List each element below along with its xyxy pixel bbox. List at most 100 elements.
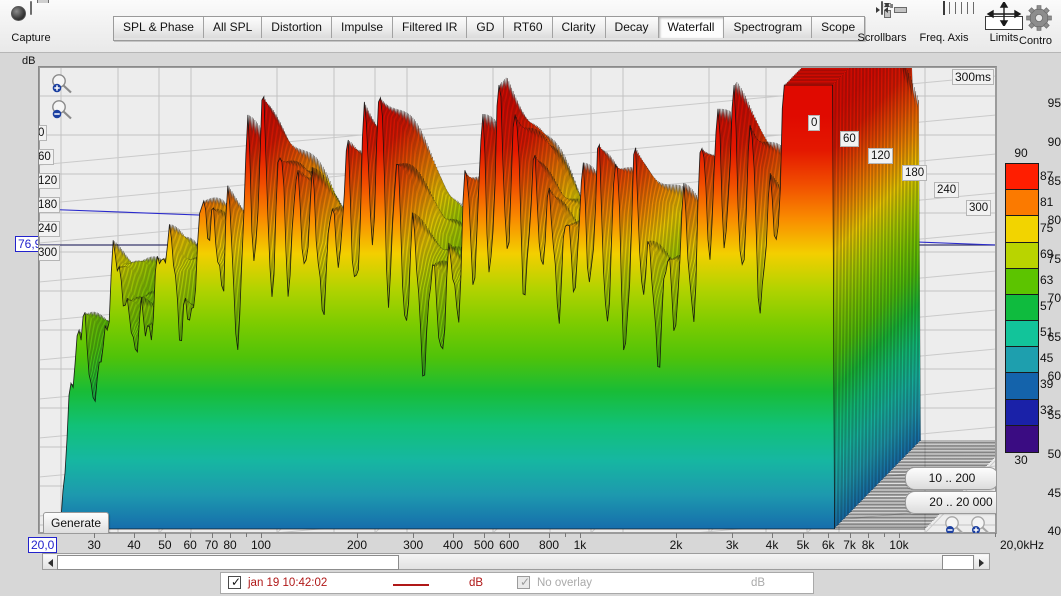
x-axis: 30 40 50 60 70 80 100 200 300 400 500 600 800 1k 2k 3k 4… (38, 533, 996, 555)
zoom-in-magnifier-icon[interactable] (49, 73, 75, 97)
x-tick-label-800: 800 (539, 538, 560, 552)
x-tick-label-3k: 3k (725, 538, 739, 552)
horizontal-scrollbar[interactable] (42, 553, 990, 570)
time-label-right-120: 120 (868, 148, 894, 164)
time-axis-max-label: 300ms (952, 69, 995, 85)
scrollbars-icon (851, 1, 913, 32)
colorbar-segment (1006, 216, 1038, 243)
colorbar-tick-57: 57 (1040, 299, 1054, 313)
plot-zoom-out-icon[interactable] (942, 515, 968, 533)
measurement-status-bar: ✓ jan 19 10:42:02 dB ✓ No overlay dB (220, 572, 814, 594)
measurement-unit: dB (469, 577, 484, 589)
scrollbars-button[interactable]: Scrollbars (851, 1, 913, 44)
colorbar-segment (1006, 347, 1038, 374)
freq-axis-icon (913, 1, 975, 32)
scroll-left-button[interactable] (44, 555, 57, 568)
view-tab-strip[interactable]: SPL & Phase All SPL Distortion Impulse F… (113, 16, 866, 41)
x-axis-end-label: 20,0kHz (1000, 538, 1045, 552)
colorbar-tick-51: 51 (1040, 325, 1054, 339)
time-label-left-0: 0 (39, 125, 48, 141)
colorbar-segment (1006, 268, 1038, 295)
controls-button-label: Contro (1019, 35, 1053, 47)
gear-icon (1019, 5, 1061, 35)
colorbar (1005, 163, 1039, 453)
overlay-checkbox[interactable]: ✓ (517, 576, 530, 589)
x-tick-mark (995, 533, 996, 537)
x-tick-mark (246, 533, 248, 537)
colorbar-segment (1006, 190, 1038, 217)
time-label-left-180: 180 (39, 197, 61, 213)
time-label-right-300: 300 (966, 200, 992, 216)
colorbar-tick-39: 39 (1040, 377, 1054, 391)
colorbar-segment (1006, 321, 1038, 348)
colorbar-tick-63: 63 (1040, 273, 1054, 287)
tab-all-spl[interactable]: All SPL (203, 17, 263, 38)
waterfall-plot[interactable]: 0 60 120 180 240 300 0 60 120 180 240 30… (38, 66, 997, 534)
time-label-right-180: 180 (902, 165, 928, 181)
tab-filtered-ir[interactable]: Filtered IR (393, 17, 468, 38)
colorbar-segment (1006, 373, 1038, 400)
tab-clarity[interactable]: Clarity (552, 17, 606, 38)
colorbar-bottom-label: 30 (1014, 453, 1028, 467)
y-axis-unit-label: dB (22, 55, 36, 67)
colorbar-tick-45: 45 (1040, 351, 1054, 365)
capture-button-label: Capture (11, 32, 51, 44)
scroll-right-slot[interactable] (942, 555, 974, 570)
plot-zoom-in-icon[interactable] (968, 515, 994, 533)
x-tick-label-5k: 5k (796, 538, 810, 552)
colorbar-tick-81: 81 (1040, 195, 1054, 209)
range-button-20-20000[interactable]: 20 .. 20 000 (905, 491, 996, 514)
x-tick-label-500: 500 (473, 538, 494, 552)
x-tick-label-300: 300 (403, 538, 424, 552)
colorbar-segment (1006, 164, 1038, 191)
x-tick-label-4k: 4k (765, 538, 779, 552)
tab-spectrogram[interactable]: Spectrogram (724, 17, 813, 38)
tab-waterfall[interactable]: Waterfall (658, 17, 725, 38)
tab-decay[interactable]: Decay (605, 17, 659, 38)
measurement-trace-swatch (393, 584, 429, 586)
camera-icon (0, 1, 62, 32)
colorbar-top-label: 90 (1014, 146, 1028, 160)
colorbar-tick-69: 69 (1040, 247, 1054, 261)
colorbar-segment (1006, 242, 1038, 269)
x-tick-label-7k: 7k (843, 538, 856, 552)
generate-button[interactable]: Generate (43, 512, 110, 533)
tab-rt60[interactable]: RT60 (504, 17, 553, 38)
freq-axis-button-label: Freq. Axis (919, 32, 969, 44)
tab-impulse[interactable]: Impulse (331, 17, 394, 38)
measurement-label: jan 19 10:42:02 (248, 577, 328, 589)
zoom-out-magnifier-icon[interactable] (49, 99, 75, 123)
capture-button[interactable]: Capture (0, 1, 62, 44)
scroll-thumb[interactable] (57, 555, 399, 570)
time-label-left-300: 300 (39, 245, 61, 261)
x-tick-mark (884, 533, 886, 537)
x-tick-label-30: 30 (87, 538, 101, 552)
colorbar-tick-33: 33 (1040, 403, 1054, 417)
overlay-unit: dB (751, 577, 766, 589)
colorbar-segment (1006, 399, 1038, 426)
tab-distortion[interactable]: Distortion (262, 17, 332, 38)
freq-axis-button[interactable]: Freq. Axis (913, 1, 975, 44)
limits-arrows-icon (986, 0, 1022, 28)
measurement-checkbox[interactable]: ✓ (228, 576, 241, 589)
colorbar-tick-75: 75 (1040, 221, 1054, 235)
controls-button[interactable]: Contro (1019, 2, 1061, 47)
tab-spl-phase[interactable]: SPL & Phase (114, 17, 204, 38)
x-tick-label-200: 200 (346, 538, 368, 552)
colorbar-segment (1006, 425, 1038, 452)
scroll-right-button[interactable] (975, 555, 988, 568)
x-tick-label-80: 80 (223, 538, 237, 552)
x-tick-label-400: 400 (443, 538, 464, 552)
x-tick-label-70: 70 (204, 538, 219, 552)
range-button-10-200[interactable]: 10 .. 200 (905, 467, 996, 490)
x-tick-label-60: 60 (183, 538, 197, 552)
colorbar-segment (1006, 294, 1038, 322)
x-tick-label-10k: 10k (889, 538, 909, 552)
time-label-right-60: 60 (840, 131, 859, 147)
scrollbars-button-label: Scrollbars (857, 32, 907, 44)
top-toolbar: Capture SPL & Phase All SPL Distortion I… (0, 0, 1061, 53)
tab-gd[interactable]: GD (467, 17, 505, 38)
time-label-left-60: 60 (39, 149, 54, 165)
time-label-left-120: 120 (39, 173, 61, 189)
overlay-label: No overlay (537, 577, 592, 589)
